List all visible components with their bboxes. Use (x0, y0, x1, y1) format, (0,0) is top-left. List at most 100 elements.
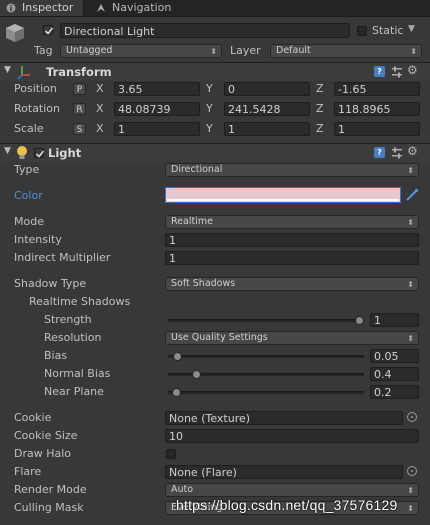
near-plane-label: Near Plane (44, 385, 104, 398)
indirect-multiplier-field[interactable]: 1 (165, 251, 419, 265)
object-name-field[interactable]: Directional Light (60, 23, 350, 38)
rotation-z-field[interactable]: 118.8965 (334, 102, 420, 116)
scale-reset-button[interactable]: S (73, 123, 86, 135)
render-mode-dropdown[interactable]: Auto ⬍ (165, 483, 419, 497)
foldout-arrow-icon[interactable]: ▼ (4, 146, 11, 156)
layer-dropdown[interactable]: Default ⬍ (270, 44, 422, 58)
resolution-dropdown[interactable]: Use Quality Settings ⬍ (165, 331, 419, 345)
near-plane-slider-thumb[interactable] (171, 388, 181, 397)
rotation-x-field[interactable]: 48.08739 (114, 102, 200, 116)
gameobject-cube-icon (6, 24, 24, 42)
chevron-down-icon: ⬍ (407, 486, 414, 495)
bias-slider-thumb[interactable] (172, 352, 182, 361)
transform-axes-icon (17, 66, 30, 80)
preset-sliders-icon[interactable] (391, 66, 403, 78)
lightbulb-icon (17, 146, 27, 159)
normal-bias-slider-thumb[interactable] (192, 370, 202, 379)
flare-label: Flare (14, 465, 42, 478)
intensity-field[interactable]: 1 (165, 233, 419, 247)
chevron-down-icon: ⬍ (410, 47, 417, 56)
near-plane-slider-track[interactable] (168, 391, 364, 394)
rotation-y-field[interactable]: 241.5428 (224, 102, 310, 116)
axis-z-label: Z (316, 82, 324, 95)
object-picker-icon[interactable] (407, 412, 417, 422)
type-dropdown[interactable]: Directional ⬍ (165, 163, 419, 177)
tab-inspector-label: Inspector (22, 1, 74, 14)
scale-y-field[interactable]: 1 (224, 122, 310, 136)
shadow-type-label: Shadow Type (14, 277, 87, 290)
strength-slider-thumb[interactable] (355, 316, 364, 325)
axis-x-label: X (96, 122, 104, 135)
preset-sliders-icon[interactable] (391, 147, 403, 159)
intensity-label: Intensity (14, 233, 62, 246)
bias-slider-track[interactable] (168, 355, 364, 358)
position-y-field[interactable]: 0 (224, 82, 310, 96)
scale-z-field[interactable]: 1 (334, 122, 420, 136)
axis-x-label: X (96, 82, 104, 95)
scale-label: Scale (14, 122, 44, 135)
foldout-arrow-icon[interactable]: ▼ (4, 65, 11, 75)
indirect-multiplier-label: Indirect Multiplier (14, 251, 111, 264)
axis-x-label: X (96, 102, 104, 115)
gear-icon[interactable]: ⚙ (407, 144, 418, 158)
mode-value: Realtime (171, 216, 213, 227)
cookie-size-field[interactable]: 10 (165, 429, 419, 443)
shadow-type-dropdown[interactable]: Soft Shadows ⬍ (165, 277, 419, 291)
light-title: Light (48, 146, 82, 160)
color-label: Color (14, 189, 43, 202)
flare-object-field[interactable]: None (Flare) (165, 465, 403, 479)
help-book-icon[interactable]: ? (374, 66, 385, 77)
position-reset-button[interactable]: P (73, 83, 86, 95)
gear-icon[interactable]: ⚙ (407, 63, 418, 77)
chevron-down-icon: ⬍ (210, 47, 217, 56)
active-checkbox[interactable] (43, 25, 54, 35)
navigation-icon (97, 4, 105, 12)
resolution-value: Use Quality Settings (171, 332, 268, 343)
axis-y-label: Y (206, 102, 213, 115)
bias-label: Bias (44, 349, 68, 362)
draw-halo-checkbox[interactable] (166, 449, 176, 459)
axis-y-label: Y (206, 82, 213, 95)
strength-field[interactable]: 1 (370, 313, 419, 327)
shadow-type-value: Soft Shadows (171, 278, 236, 289)
color-alpha-bar (167, 199, 399, 201)
axis-z-label: Z (316, 122, 324, 135)
normal-bias-field[interactable]: 0.4 (370, 367, 419, 381)
static-dropdown-arrow-icon[interactable]: ▼ (408, 24, 415, 34)
position-z-field[interactable]: -1.65 (334, 82, 420, 96)
tab-navigation[interactable]: Navigation (90, 0, 190, 16)
color-field[interactable] (165, 187, 401, 203)
draw-halo-label: Draw Halo (14, 447, 72, 460)
rotation-label: Rotation (14, 102, 61, 115)
normal-bias-label: Normal Bias (44, 367, 111, 380)
cookie-label: Cookie (14, 411, 52, 424)
tag-value: Untagged (66, 45, 113, 56)
axis-y-label: Y (206, 122, 213, 135)
cookie-size-label: Cookie Size (14, 429, 78, 442)
cookie-object-field[interactable]: None (Texture) (165, 411, 403, 425)
near-plane-field[interactable]: 0.2 (370, 385, 419, 399)
help-book-icon[interactable]: ? (374, 147, 385, 158)
scale-x-field[interactable]: 1 (114, 122, 200, 136)
culling-mask-label: Culling Mask (14, 501, 84, 514)
tab-inspector[interactable]: Inspector (0, 0, 84, 16)
light-enabled-checkbox[interactable] (34, 148, 45, 158)
mode-dropdown[interactable]: Realtime ⬍ (165, 215, 419, 229)
object-picker-icon[interactable] (407, 466, 417, 476)
strength-slider-track[interactable] (168, 319, 364, 322)
checkmark-icon (44, 27, 54, 35)
rotation-reset-button[interactable]: R (73, 103, 86, 115)
eyedropper-icon[interactable] (405, 188, 419, 202)
bias-field[interactable]: 0.05 (370, 349, 419, 363)
tag-dropdown[interactable]: Untagged ⬍ (60, 44, 222, 58)
position-x-field[interactable]: 3.65 (114, 82, 200, 96)
chevron-down-icon: ⬍ (407, 218, 414, 227)
mode-label: Mode (14, 215, 44, 228)
static-checkbox[interactable] (357, 26, 367, 36)
render-mode-label: Render Mode (14, 483, 87, 496)
resolution-label: Resolution (44, 331, 102, 344)
tab-navigation-label: Navigation (112, 1, 172, 14)
layer-label: Layer (230, 44, 261, 57)
type-value: Directional (171, 164, 223, 175)
strength-label: Strength (44, 313, 92, 326)
